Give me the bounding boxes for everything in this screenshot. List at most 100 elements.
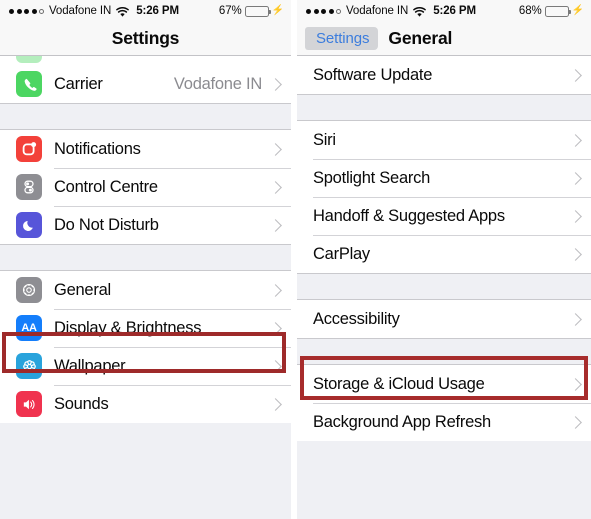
list-item-storage-icloud-usage[interactable]: Storage & iCloud Usage xyxy=(297,365,591,403)
nav-bar-left: Settings xyxy=(0,22,291,56)
row-label: Control Centre xyxy=(54,177,158,196)
chevron-right-icon xyxy=(571,378,579,391)
chevron-right-icon xyxy=(271,360,279,373)
chevron-right-icon xyxy=(271,219,279,232)
general-list: Software Update Siri Spotlight Search Ha… xyxy=(297,56,591,441)
section-gap xyxy=(0,244,291,271)
general-group-accessibility: Accessibility xyxy=(297,300,591,338)
sidebar-item-control-centre[interactable]: Control Centre xyxy=(0,168,291,206)
row-label: Notifications xyxy=(54,139,141,158)
dual-screenshot-container: Vodafone IN 5:26 PM 67% ⚡ Settings Carri… xyxy=(0,0,591,519)
section-gap xyxy=(297,273,591,300)
row-label: Carrier xyxy=(54,74,103,93)
nav-bar-right: Settings General xyxy=(297,22,591,56)
chevron-right-icon xyxy=(571,210,579,223)
list-item-spotlight-search[interactable]: Spotlight Search xyxy=(297,159,591,197)
row-label: CarPlay xyxy=(313,244,370,263)
battery-icon xyxy=(544,5,572,17)
row-label: Spotlight Search xyxy=(313,168,431,187)
battery-percent-label: 67% xyxy=(218,5,242,17)
partial-icon xyxy=(16,56,42,63)
sidebar-item-display-brightness[interactable]: AA Display & Brightness xyxy=(0,309,291,347)
settings-group-notifications: Notifications Control Centre Do Not Dist… xyxy=(0,130,291,244)
settings-screen-panel: Vodafone IN 5:26 PM 67% ⚡ Settings Carri… xyxy=(0,0,291,519)
section-gap xyxy=(0,103,291,130)
list-item-background-app-refresh[interactable]: Background App Refresh xyxy=(297,403,591,441)
status-bar-right-group: 68% ⚡ xyxy=(519,5,584,17)
display-brightness-icon: AA xyxy=(16,315,42,341)
general-group-storage: Storage & iCloud Usage Background App Re… xyxy=(297,365,591,441)
chevron-right-icon xyxy=(571,134,579,147)
back-button[interactable]: Settings xyxy=(305,27,379,50)
chevron-right-icon xyxy=(571,313,579,326)
sidebar-item-wallpaper[interactable]: Wallpaper xyxy=(0,347,291,385)
sidebar-item-do-not-disturb[interactable]: Do Not Disturb xyxy=(0,206,291,244)
chevron-right-icon xyxy=(271,143,279,156)
control-centre-icon xyxy=(16,174,42,200)
moon-icon xyxy=(16,212,42,238)
status-bar-right-group: 67% ⚡ xyxy=(219,5,284,17)
battery-icon xyxy=(244,5,272,17)
partial-row-above xyxy=(0,56,291,65)
battery-percent-label: 68% xyxy=(518,5,542,17)
settings-list: Carrier Vodafone IN Notifications Contro… xyxy=(0,56,291,423)
row-label: Software Update xyxy=(313,65,433,84)
row-label: Sounds xyxy=(54,394,109,413)
chevron-right-icon xyxy=(271,78,279,91)
gear-icon xyxy=(16,277,42,303)
row-label: Do Not Disturb xyxy=(54,215,159,234)
row-label: Display & Brightness xyxy=(54,318,202,337)
row-label: Background App Refresh xyxy=(313,412,491,431)
status-bar-left: Vodafone IN 5:26 PM 67% ⚡ xyxy=(0,0,291,22)
row-value: Vodafone IN xyxy=(173,74,262,93)
signal-strength-icon xyxy=(306,8,341,14)
row-label: Accessibility xyxy=(313,309,400,328)
page-title: Settings xyxy=(111,28,180,48)
notifications-icon xyxy=(16,136,42,162)
section-gap xyxy=(297,94,591,121)
status-bar-left-group: Vodafone IN 5:26 PM xyxy=(306,5,519,17)
chevron-right-icon xyxy=(271,284,279,297)
chevron-right-icon xyxy=(571,69,579,82)
status-bar-right: Vodafone IN 5:26 PM 68% ⚡ xyxy=(297,0,591,22)
row-label: Wallpaper xyxy=(54,356,126,375)
list-item-accessibility[interactable]: Accessibility xyxy=(297,300,591,338)
bolt-icon: ⚡ xyxy=(571,5,584,16)
chevron-right-icon xyxy=(571,248,579,261)
wifi-icon xyxy=(116,6,130,18)
settings-group-general: General AA Display & Brightness Wallpape… xyxy=(0,271,291,423)
general-group-siri: Siri Spotlight Search Handoff & Suggeste… xyxy=(297,121,591,273)
sidebar-item-carrier[interactable]: Carrier Vodafone IN xyxy=(0,65,291,103)
row-label: Storage & iCloud Usage xyxy=(313,374,485,393)
clock-label: 5:26 PM xyxy=(136,5,179,17)
carrier-name-label: Vodafone IN xyxy=(49,5,112,17)
sidebar-item-notifications[interactable]: Notifications xyxy=(0,130,291,168)
wifi-icon xyxy=(413,6,427,18)
clock-label: 5:26 PM xyxy=(433,5,476,17)
row-label: Siri xyxy=(313,130,336,149)
signal-strength-icon xyxy=(9,8,44,14)
list-item-handoff-suggested-apps[interactable]: Handoff & Suggested Apps xyxy=(297,197,591,235)
page-title: General xyxy=(388,28,453,48)
chevron-right-icon xyxy=(271,322,279,335)
list-item-software-update[interactable]: Software Update xyxy=(297,56,591,94)
list-item-carplay[interactable]: CarPlay xyxy=(297,235,591,273)
chevron-right-icon xyxy=(571,172,579,185)
row-label: Handoff & Suggested Apps xyxy=(313,206,505,225)
section-gap xyxy=(297,338,591,365)
sidebar-item-sounds[interactable]: Sounds xyxy=(0,385,291,423)
list-item-siri[interactable]: Siri xyxy=(297,121,591,159)
settings-group-carrier: Carrier Vodafone IN xyxy=(0,65,291,103)
status-bar-left-group: Vodafone IN 5:26 PM xyxy=(9,5,219,17)
chevron-right-icon xyxy=(571,416,579,429)
chevron-right-icon xyxy=(271,398,279,411)
sounds-icon xyxy=(16,391,42,417)
general-group-software-update: Software Update xyxy=(297,56,591,94)
row-label: General xyxy=(54,280,111,299)
chevron-right-icon xyxy=(271,181,279,194)
bolt-icon: ⚡ xyxy=(271,5,284,16)
sidebar-item-general[interactable]: General xyxy=(0,271,291,309)
carrier-name-label: Vodafone IN xyxy=(346,5,409,17)
wallpaper-icon xyxy=(16,353,42,379)
general-screen-panel: Vodafone IN 5:26 PM 68% ⚡ Settings Gener… xyxy=(297,0,591,519)
